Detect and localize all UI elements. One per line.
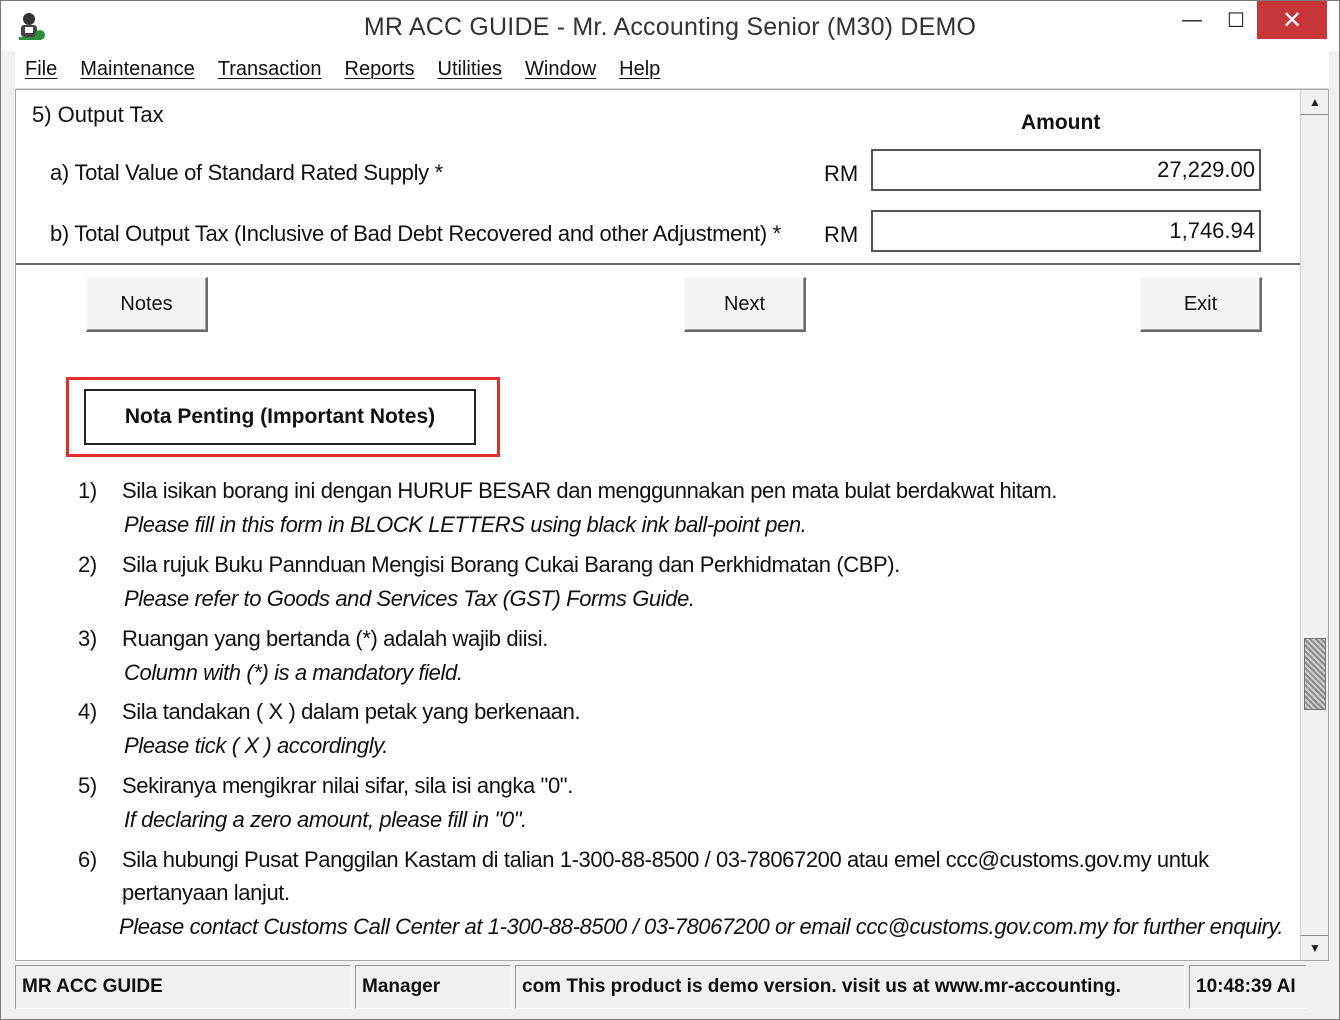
note-malay-text: Sila tandakan ( X ) dalam petak yang ber… [122,699,581,724]
menu-bar: File Maintenance Transaction Reports Uti… [15,51,1329,89]
note-malay-text: Sila hubungi Pusat Panggilan Kastam di t… [122,847,1209,872]
note-malay-text: Sila rujuk Buku Pannduan Mengisi Borang … [122,552,900,577]
menu-help[interactable]: Help [619,58,660,81]
scroll-up-icon[interactable]: ▲ [1301,90,1328,114]
note-number: 3) [78,626,97,651]
vertical-scrollbar[interactable]: ▲ ▼ [1300,90,1328,960]
section-title: 5) Output Tax [32,102,164,127]
output-tax-label: b) Total Output Tax (Inclusive of Bad De… [50,221,781,246]
note-english-text: Please fill in this form in BLOCK LETTER… [124,512,807,537]
maximize-button[interactable]: ☐ [1213,1,1259,39]
output-tax-field[interactable]: 1,746.94 [871,210,1261,252]
note-english-text: Please refer to Goods and Services Tax (… [124,586,695,611]
note-number: 2) [78,552,97,577]
app-window: MR ACC GUIDE - Mr. Accounting Senior (M3… [0,0,1340,1020]
close-button[interactable]: ✕ [1257,1,1327,39]
note-number: 4) [78,699,97,724]
currency-label: RM [824,161,859,186]
menu-transaction[interactable]: Transaction [218,58,322,81]
status-message: com This product is demo version. visit … [515,965,1185,1009]
note-english-text: Column with (*) is a mandatory field. [124,660,463,685]
note-number: 5) [78,773,97,798]
note-number: 6) [78,847,97,872]
next-button[interactable]: Next [684,277,806,332]
title-bar: MR ACC GUIDE - Mr. Accounting Senior (M3… [1,1,1339,51]
note-malay-text: Sekiranya mengikrar nilai sifar, sila is… [122,773,573,798]
standard-rated-supply-field[interactable]: 27,229.00 [871,149,1261,191]
note-malay-text: Ruangan yang bertanda (*) adalah wajib d… [122,626,548,651]
status-time: 10:48:39 AI [1189,965,1307,1009]
menu-file[interactable]: File [25,58,57,81]
scroll-down-icon[interactable]: ▼ [1301,936,1328,960]
note-number: 1) [78,478,97,503]
menu-utilities[interactable]: Utilities [438,58,502,81]
note-english-text: If declaring a zero amount, please fill … [124,807,527,832]
important-notes-title: Nota Penting (Important Notes) [84,389,476,445]
section-divider [16,263,1302,265]
notes-button[interactable]: Notes [86,277,208,332]
minimize-button[interactable]: — [1169,1,1215,39]
exit-button[interactable]: Exit [1140,277,1262,332]
scroll-thumb[interactable] [1304,638,1326,710]
status-user: Manager [355,965,511,1009]
status-app-name: MR ACC GUIDE [15,965,351,1009]
menu-reports[interactable]: Reports [345,58,415,81]
note-malay-text-continued: pertanyaan lanjut. [122,880,290,905]
standard-rated-supply-label: a) Total Value of Standard Rated Supply … [50,160,443,185]
amount-column-header: Amount [1021,111,1101,134]
note-english-text: Please contact Customs Call Center at 1-… [119,914,1284,939]
note-english-text: Please tick ( X ) accordingly. [124,733,388,758]
note-malay-text: Sila isikan borang ini dengan HURUF BESA… [122,478,1058,503]
scroll-track[interactable] [1301,114,1328,936]
window-title: MR ACC GUIDE - Mr. Accounting Senior (M3… [363,13,977,41]
status-bar: MR ACC GUIDE Manager com This product is… [15,965,1329,1009]
menu-window[interactable]: Window [525,58,596,81]
form-content: 5) Output Tax Amount a) Total Value of S… [15,89,1329,961]
menu-maintenance[interactable]: Maintenance [80,58,195,81]
currency-label: RM [824,222,859,247]
